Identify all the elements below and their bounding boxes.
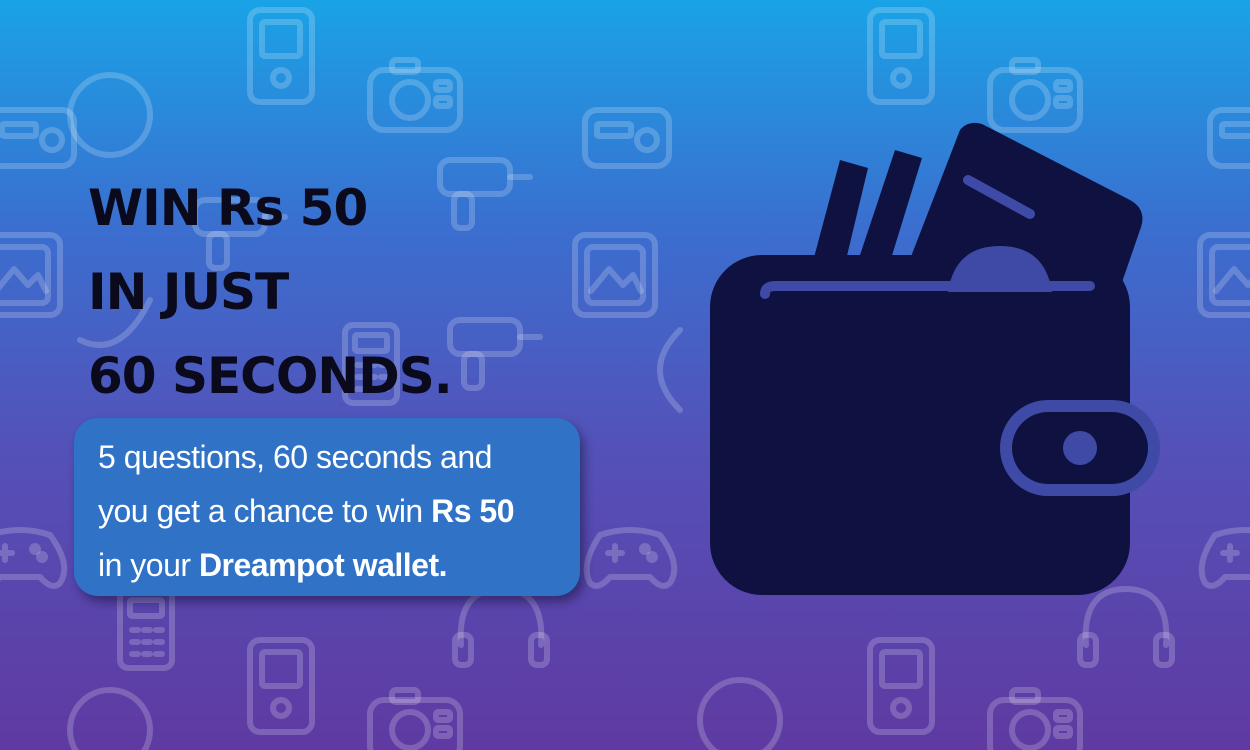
info-text-3: in your: [98, 547, 199, 583]
headline-line-1: WIN Rs 50: [88, 179, 368, 237]
wallet-with-cash-icon: [710, 122, 1160, 595]
info-line-2: you get a chance to win Rs 50: [98, 484, 580, 538]
wallet-brand: Dreampot wallet.: [198, 547, 448, 583]
info-line-1: 5 questions, 60 seconds and: [98, 430, 580, 484]
headline: WIN Rs 50 IN JUST 60 SECONDS.: [88, 166, 453, 418]
headline-line-2: IN JUST: [88, 263, 289, 321]
prize-amount: Rs 50: [431, 493, 514, 529]
info-text-1: 5 questions, 60 seconds and: [98, 439, 492, 475]
info-box: 5 questions, 60 seconds and you get a ch…: [74, 418, 580, 596]
info-line-3: in your Dreampot wallet.: [98, 538, 580, 592]
headline-line-3: 60 SECONDS.: [88, 347, 453, 405]
info-text-2: you get a chance to win: [98, 493, 432, 529]
